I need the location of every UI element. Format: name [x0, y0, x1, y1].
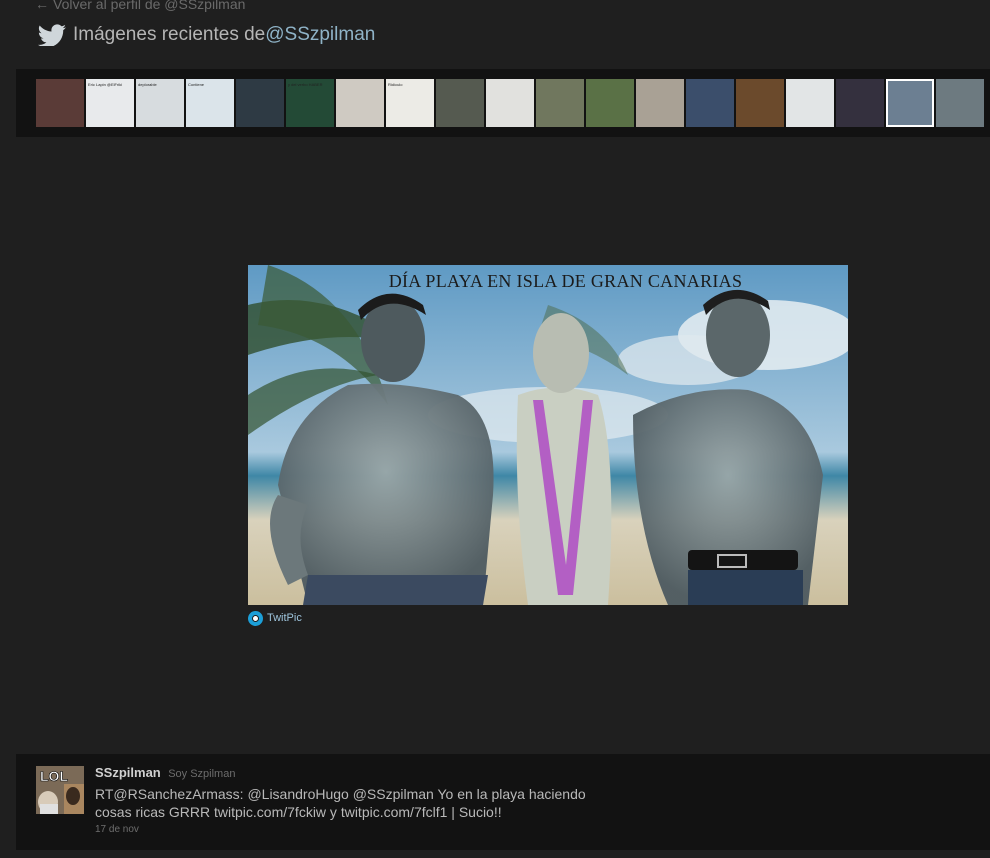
tweet-panel: LOL SSzpilman Soy Szpilman RT@RSanchezAr… — [16, 754, 990, 850]
tweet-date[interactable]: 17 de nov — [95, 824, 695, 835]
back-link-label: Volver al perfil de @SSzpilman — [53, 0, 246, 12]
thumbnail-15[interactable] — [736, 79, 784, 127]
thumbnail-11[interactable] — [536, 79, 584, 127]
thumbnail-10[interactable] — [486, 79, 534, 127]
thumbnail-13[interactable] — [636, 79, 684, 127]
main-photo[interactable]: DÍA PLAYA EN ISLA DE GRAN CANARIAS — [248, 265, 848, 605]
twitpic-icon — [248, 610, 263, 626]
tweet-text: RT@RSanchezArmass: @LisandroHugo @SSzpil… — [95, 786, 586, 820]
avatar-lol-text: LOL — [40, 768, 68, 784]
source-label: TwitPic — [267, 612, 302, 624]
thumbnail-6[interactable]: y del verbo HABER — [286, 79, 334, 127]
photo-caption: DÍA PLAYA EN ISLA DE GRAN CANARIAS — [388, 271, 743, 291]
thumbnail-text: Contiene — [188, 82, 205, 87]
thumbnail-text: y del verbo HABER — [288, 82, 323, 87]
thumbnail-4[interactable]: Contiene — [186, 79, 234, 127]
thumbnail-7[interactable] — [336, 79, 384, 127]
thumbnail-3[interactable]: deplorable — [136, 79, 184, 127]
title-prefix: Imágenes recientes de — [73, 24, 266, 45]
avatar[interactable]: LOL — [36, 766, 84, 814]
twitter-bird-icon — [37, 24, 66, 46]
back-arrow-icon: ← — [35, 0, 49, 12]
tweet-author[interactable]: SSzpilman — [95, 765, 161, 780]
thumbnail-5[interactable] — [236, 79, 284, 127]
thumbnail-19[interactable] — [936, 79, 984, 127]
thumbnail-text: deplorable — [138, 82, 157, 87]
thumbnail-8[interactable]: Ridículo — [386, 79, 434, 127]
back-to-profile-link[interactable]: ← Volver al perfil de @SSzpilman — [35, 0, 245, 12]
thumbnail-16[interactable] — [786, 79, 834, 127]
thumbnail-text: Eric Lapin @ElFriki — [88, 82, 123, 87]
avatar-image: LOL — [36, 766, 84, 814]
page-title: Imágenes recientes de @SSzpilman — [37, 22, 375, 48]
beach-illustration — [248, 265, 848, 605]
thumbnail-strip: Eric Lapin @ElFriki deplorable Contiene y d… — [16, 69, 990, 137]
thumbnail-18[interactable] — [886, 79, 934, 127]
thumbnail-list: Eric Lapin @ElFriki deplorable Contiene y d… — [36, 79, 984, 127]
thumbnail-2[interactable]: Eric Lapin @ElFriki — [86, 79, 134, 127]
title-handle-link[interactable]: @SSzpilman — [265, 24, 375, 46]
thumbnail-14[interactable] — [686, 79, 734, 127]
tweet-body: SSzpilman Soy Szpilman RT@RSanchezArmass… — [95, 764, 695, 835]
twitpic-source-link[interactable]: TwitPic — [248, 610, 302, 626]
thumbnail-1[interactable] — [36, 79, 84, 127]
tweet-author-row: SSzpilman Soy Szpilman — [95, 764, 695, 782]
tweet-author-name: Soy Szpilman — [168, 768, 236, 780]
thumbnail-text: Ridículo — [388, 82, 403, 87]
thumbnail-9[interactable] — [436, 79, 484, 127]
thumbnail-12[interactable] — [586, 79, 634, 127]
thumbnail-17[interactable] — [836, 79, 884, 127]
